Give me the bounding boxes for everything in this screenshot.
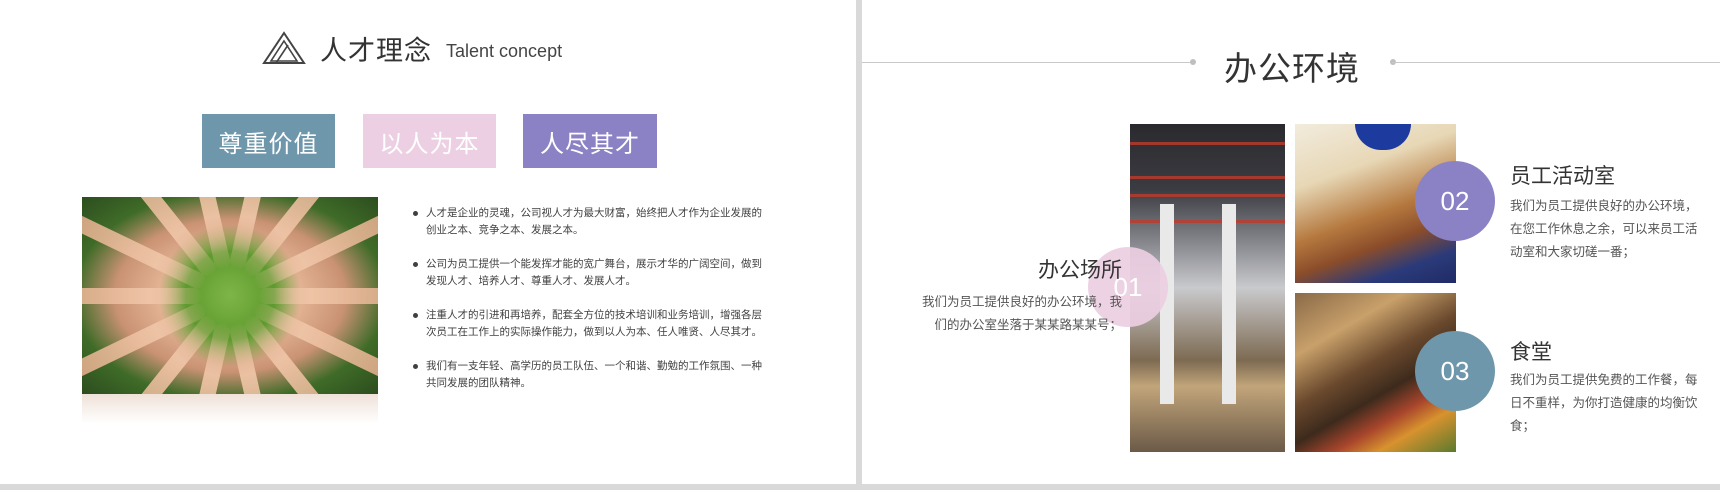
title-divider-left [862, 62, 1192, 63]
canteen-title: 食堂 [1510, 340, 1552, 364]
slide-talent-concept: 人才理念 Talent concept 尊重价值 以人为本 人尽其才 人才是企业… [0, 0, 856, 484]
activity-room-desc: 我们为员工提供良好的办公环境，在您工作休息之余，可以来员工活动室和大家切磋一番； [1510, 198, 1698, 259]
value-tag-people-oriented: 以人为本 [363, 114, 496, 168]
page-title: 人才理念 [320, 35, 432, 67]
photo-reflection [82, 394, 378, 424]
office-column [1222, 204, 1236, 404]
value-tag-respect: 尊重价值 [202, 114, 335, 168]
hand-shape [82, 287, 202, 304]
ceiling-beam [1130, 194, 1285, 197]
activity-room-title: 员工活动室 [1510, 164, 1615, 188]
canteen-desc: 我们为员工提供免费的工作餐，每日不重样，为你打造健康的均衡饮食； [1510, 372, 1698, 433]
slide-office-environment: 办公环境 01 02 03 办公场所 我们为员工提供良好的办公环境，我们的办公室… [862, 0, 1720, 484]
number-badge-02: 02 [1415, 161, 1495, 241]
bullet-item: 我们有一支年轻、高学历的员工队伍、一个和谐、勤勉的工作氛围、一种共同发展的团队精… [412, 358, 772, 392]
bullet-item: 公司为员工提供一个能发挥才能的宽广舞台，展示才华的广阔空间，做到发现人才、培养人… [412, 256, 772, 290]
page-subtitle: Talent concept [446, 40, 563, 61]
ceiling-beam [1130, 176, 1285, 179]
value-tag-talent: 人尽其才 [523, 114, 657, 168]
title-bar: 人才理念 Talent concept [262, 28, 562, 68]
ceiling-beam [1130, 142, 1285, 145]
triangle-logo-icon [262, 31, 306, 64]
ceiling-beam [1130, 220, 1285, 223]
bullet-item: 注重人才的引进和再培养，配套全方位的技术培训和业务培训，增强各层次员工在工作上的… [412, 307, 772, 341]
teamwork-hands-photo [82, 197, 378, 394]
bullet-item: 人才是企业的灵魂，公司视人才为最大财富，始终把人才作为企业发展的创业之本、竞争之… [412, 205, 772, 239]
office-title: 办公场所 [1038, 258, 1122, 282]
talent-bullet-list: 人才是企业的灵魂，公司视人才为最大财富，始终把人才作为企业发展的创业之本、竞争之… [412, 205, 772, 409]
number-badge-03: 03 [1415, 331, 1495, 411]
office-desc: 我们为员工提供良好的办公环境，我们的办公室坐落于某某路某某号； [921, 294, 1122, 332]
hand-shape [258, 287, 378, 304]
page-title: 办公环境 [1224, 49, 1360, 88]
title-divider-right [1392, 62, 1720, 63]
